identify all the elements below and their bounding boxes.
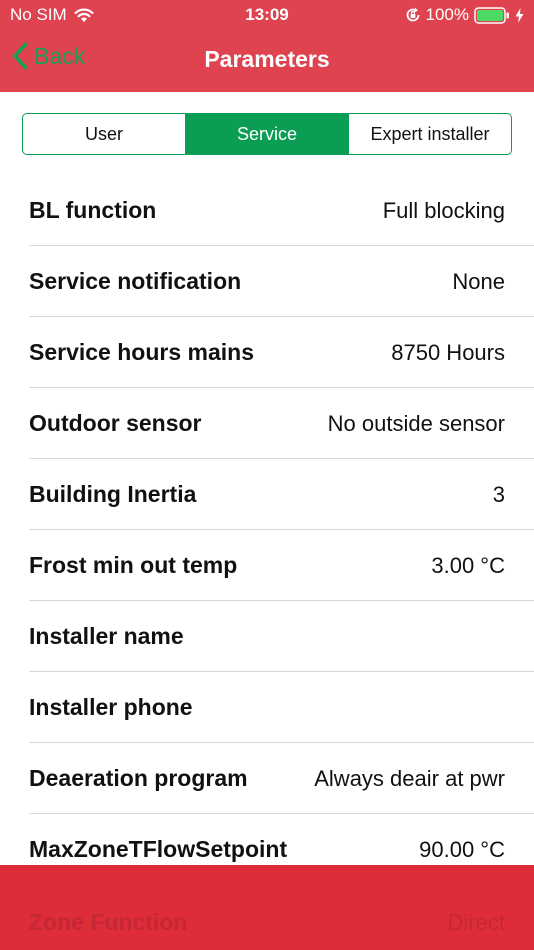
status-right: 100% bbox=[405, 5, 524, 25]
bottom-bar: Zone Function Direct bbox=[0, 865, 534, 950]
row-label: Service notification bbox=[29, 268, 242, 294]
orientation-lock-icon bbox=[405, 7, 421, 23]
row-label: MaxZoneTFlowSetpoint bbox=[29, 836, 288, 862]
row-label: Zone Function bbox=[29, 909, 188, 935]
row-installer-name[interactable]: Installer name bbox=[0, 601, 534, 672]
tab-expert-installer[interactable]: Expert installer bbox=[349, 114, 511, 154]
row-value: 3 bbox=[492, 481, 505, 507]
battery-icon bbox=[474, 6, 510, 24]
row-value: Direct bbox=[447, 909, 505, 935]
row-label: Installer phone bbox=[29, 694, 193, 720]
parameter-tabs: User Service Expert installer bbox=[22, 113, 512, 155]
row-zone-function[interactable]: Zone Function Direct bbox=[0, 865, 534, 950]
row-label: Frost min out temp bbox=[29, 552, 238, 578]
row-service-hours-mains[interactable]: Service hours mains 8750 Hours bbox=[0, 317, 534, 388]
row-label: BL function bbox=[29, 197, 157, 223]
tab-service[interactable]: Service bbox=[186, 114, 349, 154]
row-value: 8750 Hours bbox=[391, 339, 505, 365]
row-frost-min-out-temp[interactable]: Frost min out temp 3.00 °C bbox=[0, 530, 534, 601]
row-value: None bbox=[452, 268, 505, 294]
row-installer-phone[interactable]: Installer phone bbox=[0, 672, 534, 743]
row-deaeration-program[interactable]: Deaeration program Always deair at pwr bbox=[0, 743, 534, 814]
charging-icon bbox=[515, 7, 524, 23]
tab-user[interactable]: User bbox=[23, 114, 186, 154]
row-label: Service hours mains bbox=[29, 339, 254, 365]
row-label: Building Inertia bbox=[29, 481, 197, 507]
screen: No SIM 13:09 100% Back Parameters User S… bbox=[0, 0, 534, 950]
row-bl-function[interactable]: BL function Full blocking bbox=[0, 175, 534, 246]
row-label: Outdoor sensor bbox=[29, 410, 202, 436]
row-outdoor-sensor[interactable]: Outdoor sensor No outside sensor bbox=[0, 388, 534, 459]
row-value: Always deair at pwr bbox=[314, 765, 505, 791]
header: No SIM 13:09 100% Back Parameters bbox=[0, 0, 534, 92]
row-value: Full blocking bbox=[382, 197, 505, 223]
page-title: Parameters bbox=[204, 46, 330, 72]
row-service-notification[interactable]: Service notification None bbox=[0, 246, 534, 317]
parameter-list: BL function Full blocking Service notifi… bbox=[0, 175, 534, 885]
row-label: Installer name bbox=[29, 623, 184, 649]
row-value: 3.00 °C bbox=[431, 552, 505, 578]
row-value: No outside sensor bbox=[327, 410, 505, 436]
row-building-inertia[interactable]: Building Inertia 3 bbox=[0, 459, 534, 530]
row-label: Deaeration program bbox=[29, 765, 248, 791]
status-bar: No SIM 13:09 100% bbox=[0, 0, 534, 30]
nav-bar: Back Parameters bbox=[0, 30, 534, 92]
row-value: 90.00 °C bbox=[419, 836, 505, 862]
battery-percent: 100% bbox=[425, 5, 469, 24]
